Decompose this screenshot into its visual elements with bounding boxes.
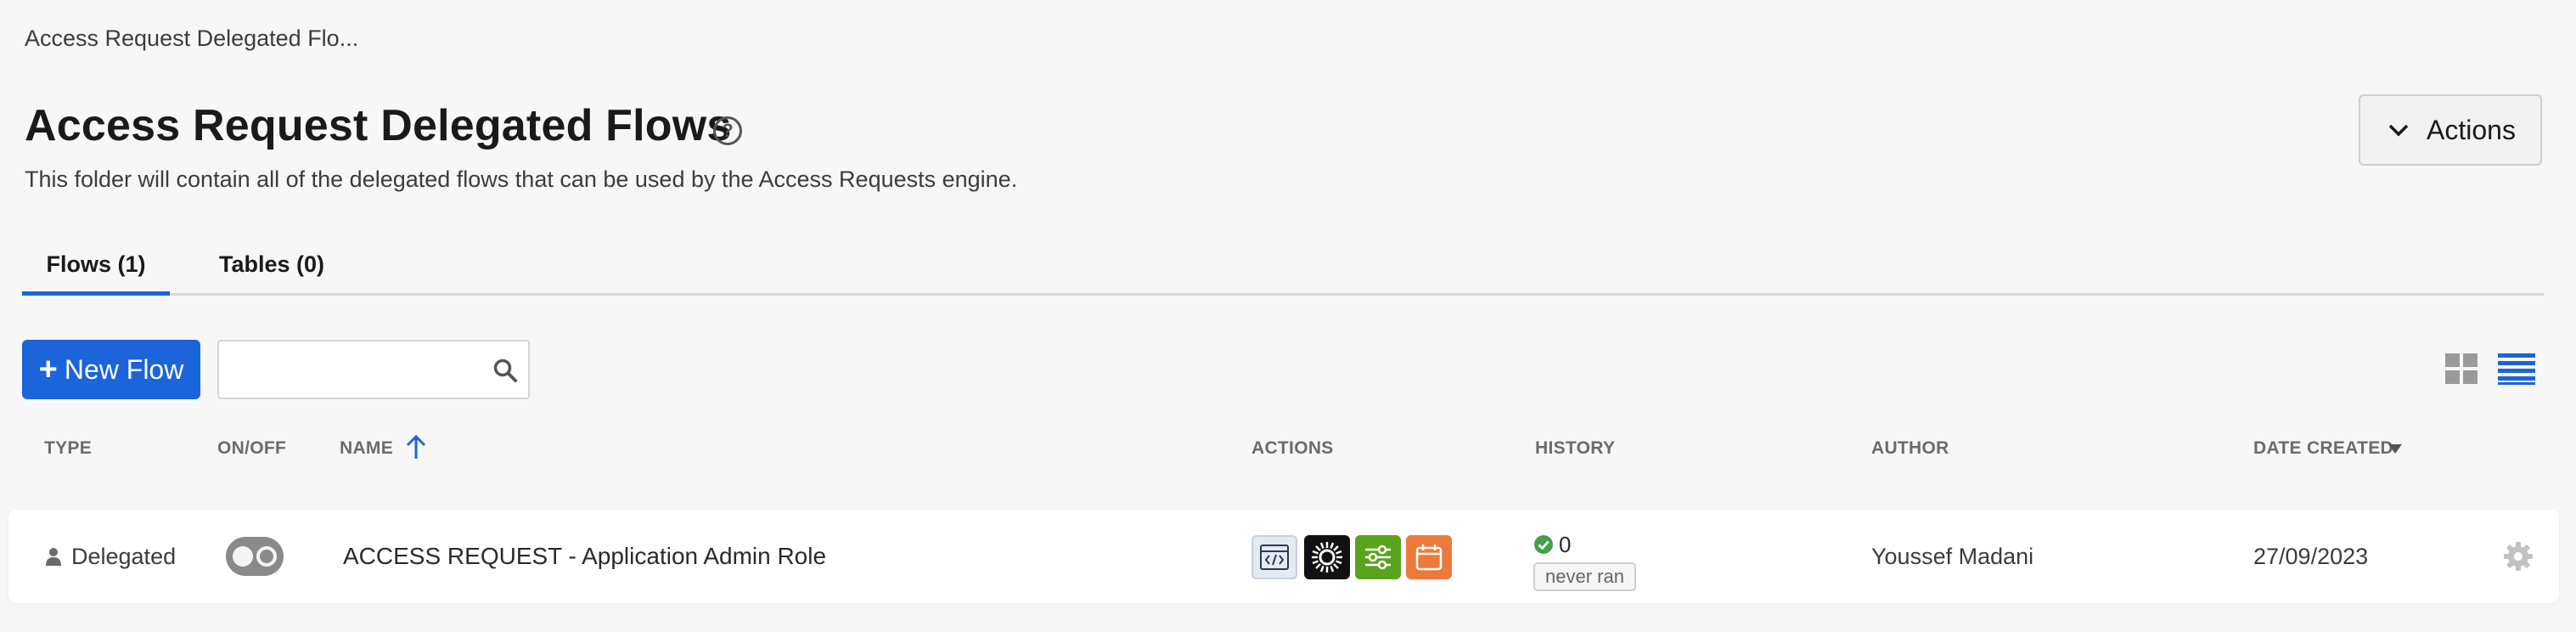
search-input[interactable]: [219, 341, 474, 398]
on-off-toggle[interactable]: [226, 537, 284, 576]
tab-flows[interactable]: Flows (1): [22, 246, 170, 296]
grid-view-icon[interactable]: [2445, 352, 2479, 386]
actions-label: Actions: [2427, 114, 2516, 145]
user-icon: [46, 548, 61, 566]
new-flow-button[interactable]: + New Flow: [22, 340, 200, 399]
tab-tables[interactable]: Tables (0): [195, 246, 348, 296]
run-flow-button[interactable]: [1304, 535, 1350, 579]
help-icon[interactable]: ?: [713, 116, 742, 145]
search-icon[interactable]: [492, 358, 518, 383]
schedule-button[interactable]: [1406, 535, 1452, 579]
code-icon: [1260, 545, 1289, 570]
column-header-history: HISTORY: [1535, 438, 1616, 458]
sliders-icon: [1365, 545, 1391, 570]
page-title: Access Request Delegated Flows: [25, 101, 732, 150]
chevron-down-icon: [2388, 124, 2409, 137]
toggle-knob: [233, 546, 253, 567]
code-editor-button[interactable]: [1251, 535, 1297, 579]
history-status-badge: never ran: [1533, 562, 1636, 591]
column-header-author[interactable]: AUTHOR: [1871, 438, 1949, 459]
date-created-cell: 27/09/2023: [2253, 543, 2369, 569]
list-view-icon[interactable]: [2498, 352, 2535, 386]
breadcrumb[interactable]: Access Request Delegated Flo...: [25, 25, 358, 52]
type-label: Delegated: [71, 543, 177, 569]
sort-descending-icon[interactable]: [2388, 444, 2402, 454]
history-count: 0: [1559, 532, 1572, 557]
column-header-type[interactable]: TYPE: [44, 438, 92, 459]
toggle-off-indicator: [256, 546, 277, 567]
column-header-date-created[interactable]: DATE CREATED: [2253, 438, 2393, 459]
sort-ascending-icon[interactable]: [404, 433, 428, 460]
variables-button[interactable]: [1355, 535, 1401, 579]
gear-icon[interactable]: [2503, 541, 2534, 572]
column-header-actions: ACTIONS: [1251, 438, 1334, 458]
author-cell: Youssef Madani: [1871, 543, 2034, 569]
column-header-name[interactable]: NAME: [340, 438, 393, 459]
actions-button[interactable]: Actions: [2359, 94, 2542, 166]
type-cell: Delegated: [46, 510, 176, 603]
plus-icon: +: [38, 352, 58, 387]
tab-bar: Flows (1) Tables (0): [22, 246, 2544, 296]
check-circle-icon: [1534, 535, 1553, 554]
table-row[interactable]: Delegated ACCESS REQUEST - Application A…: [8, 510, 2559, 603]
new-flow-label: New Flow: [64, 353, 184, 385]
calendar-icon: [1415, 545, 1443, 571]
flow-name-link[interactable]: ACCESS REQUEST - Application Admin Role: [343, 510, 826, 603]
column-header-onoff[interactable]: ON/OFF: [217, 438, 286, 459]
folder-description: This folder will contain all of the dele…: [25, 166, 1018, 192]
search-box: [217, 340, 530, 399]
sun-icon: [1312, 542, 1342, 573]
